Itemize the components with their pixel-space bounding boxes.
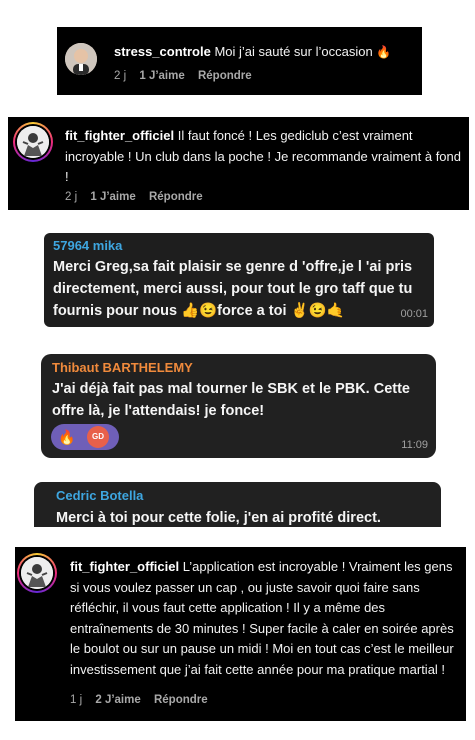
comment-username[interactable]: fit_fighter_officiel [65, 128, 174, 143]
message-text: Merci Greg,sa fait plaisir se genre d 'o… [53, 259, 413, 319]
comment-meta: 1 j 2 J’aime Répondre [70, 694, 218, 706]
chat-message-thibaut: Thibaut BARTHELEMY J'ai déjà fait pas ma… [41, 354, 436, 458]
comment-meta: 2 j 1 J’aime Répondre [65, 191, 213, 203]
likes-count[interactable]: 1 J’aime [139, 70, 184, 82]
comment-body: fit_fighter_officiel Il faut foncé ! Les… [65, 126, 463, 188]
reaction-pill[interactable]: 🔥 GD [51, 424, 119, 450]
comment-time: 1 j [70, 694, 83, 706]
fire-emoji-icon: 🔥 [376, 45, 392, 59]
comment-card-fit-fighter-2: fit_fighter_officiel L’application est i… [15, 547, 466, 721]
message-time: 00:01 [400, 308, 428, 320]
comment-card-stress-controle: stress_controle Moi j’ai sauté sur l’occ… [57, 27, 422, 95]
message-text: J'ai déjà fait pas mal tourner le SBK et… [52, 381, 410, 419]
likes-count[interactable]: 1 J’aime [90, 191, 135, 203]
comment-text: L’application est incroyable ! Vraiment … [70, 559, 454, 677]
chat-message-cedric: Cedric Botella Merci à toi pour cette fo… [34, 482, 441, 527]
sender-name[interactable]: Thibaut BARTHELEMY [52, 360, 193, 375]
profile-photo-icon [21, 557, 53, 589]
reply-button[interactable]: Répondre [198, 70, 252, 82]
comment-text: Moi j’ai sauté sur l’occasion [214, 44, 373, 59]
comment-body: stress_controle Moi j’ai sauté sur l’occ… [114, 42, 414, 63]
comment-time: 2 j [65, 191, 78, 203]
avatar[interactable] [13, 122, 53, 162]
fire-reaction-icon: 🔥 [58, 429, 76, 445]
reactor-avatar: GD [87, 426, 109, 448]
reply-button[interactable]: Répondre [154, 694, 208, 706]
comment-card-fit-fighter-1: fit_fighter_officiel Il faut foncé ! Les… [8, 117, 469, 210]
message-time: 11:09 [401, 439, 428, 451]
profile-photo-icon [17, 126, 49, 158]
message-text: Merci à toi pour cette folie, j'en ai pr… [56, 510, 381, 526]
sender-name[interactable]: 57964 mika [53, 238, 122, 253]
chat-message-mika: 57964 mika Merci Greg,sa fait plaisir se… [44, 233, 434, 327]
comment-meta: 2 j 1 J’aime Répondre [114, 70, 262, 82]
reply-button[interactable]: Répondre [149, 191, 203, 203]
avatar[interactable] [65, 43, 97, 75]
comment-body: fit_fighter_officiel L’application est i… [70, 557, 462, 680]
comment-time: 2 j [114, 70, 127, 82]
avatar[interactable] [17, 553, 57, 593]
likes-count[interactable]: 2 J’aime [95, 694, 140, 706]
comment-username[interactable]: stress_controle [114, 44, 211, 59]
comment-username[interactable]: fit_fighter_officiel [70, 559, 179, 574]
profile-photo-icon [65, 43, 97, 75]
sender-name[interactable]: Cedric Botella [56, 488, 143, 503]
